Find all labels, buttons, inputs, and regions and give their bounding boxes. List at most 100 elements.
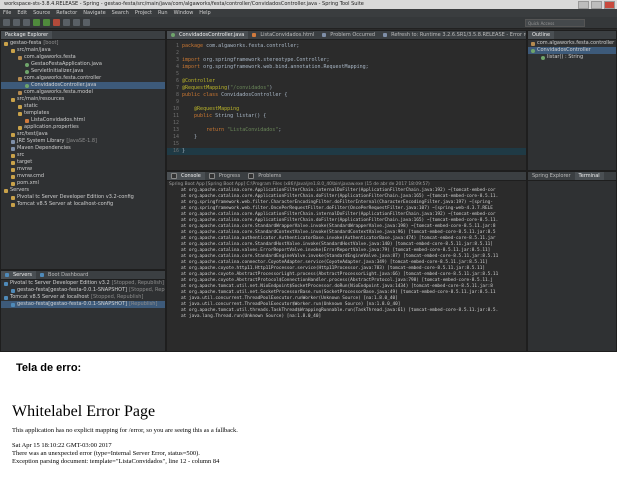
tree-item[interactable]: com.algaworks.festa bbox=[1, 54, 165, 61]
console-output[interactable]: at org.apache.catalina.core.ApplicationF… bbox=[167, 188, 526, 320]
menu-item-search[interactable]: Search bbox=[109, 9, 132, 17]
server-icon bbox=[40, 273, 45, 277]
tree-item-label: mvnw.cmd bbox=[17, 173, 45, 179]
tab-console[interactable]: Console bbox=[167, 172, 205, 180]
tree-item[interactable]: src bbox=[1, 152, 165, 159]
folder-icon bbox=[11, 160, 15, 165]
tree-item[interactable]: application.properties bbox=[1, 124, 165, 131]
tab-editor-file[interactable]: Refresh to: Runtime 3.2.6.SR1/3.5.8.RELE… bbox=[379, 31, 526, 39]
line-number: 6 bbox=[175, 78, 179, 84]
menu-item-refactor[interactable]: Refactor bbox=[53, 9, 80, 17]
outline-item[interactable]: ConvidadosController bbox=[528, 47, 616, 54]
tree-item[interactable]: ServletInitializer.java bbox=[1, 68, 165, 75]
tree-item-label: JRE System Library bbox=[17, 138, 65, 144]
tab-problems[interactable]: Problems bbox=[244, 172, 285, 180]
tree-item[interactable]: gestao-festa [boot] bbox=[1, 40, 165, 47]
code-line: 10 @RequestMapping bbox=[167, 106, 526, 113]
save-icon[interactable] bbox=[13, 19, 20, 26]
tab-outline[interactable]: Outline bbox=[528, 31, 555, 39]
menu-item-window[interactable]: Window bbox=[171, 9, 197, 17]
stop-icon[interactable] bbox=[53, 19, 60, 26]
menu-item-navigate[interactable]: Navigate bbox=[80, 9, 108, 17]
tab-boot-dashboard[interactable]: Boot Dashboard bbox=[36, 271, 92, 279]
menu-item-help[interactable]: Help bbox=[196, 9, 213, 17]
tree-item[interactable]: com.algaworks.festa.controller bbox=[1, 75, 165, 82]
caption: Tela de erro: bbox=[16, 362, 82, 374]
run-icon[interactable] bbox=[33, 19, 40, 26]
tree-item-label: gestao-festa bbox=[10, 40, 42, 46]
tree-item[interactable]: src/main/resources bbox=[1, 96, 165, 103]
menu-item-project[interactable]: Project bbox=[132, 9, 155, 17]
tree-item[interactable]: mvnw.cmd bbox=[1, 173, 165, 180]
tab-progress[interactable]: Progress bbox=[205, 172, 244, 180]
line-number: 10 bbox=[172, 106, 179, 112]
outline-item[interactable]: com.algaworks.festa.controller bbox=[528, 40, 616, 47]
menu-item-edit[interactable]: Edit bbox=[14, 9, 30, 17]
tree-item-label: application.properties bbox=[24, 124, 79, 130]
tree-item[interactable]: src/main/java bbox=[1, 47, 165, 54]
tab-editor-file[interactable]: Problem Occurred bbox=[318, 31, 379, 39]
tree-item-label: com.algaworks.festa.controller bbox=[24, 75, 102, 81]
outline-item[interactable]: listar() : String bbox=[528, 54, 616, 61]
server-item[interactable]: gestao-festa[gestao-festa-0.0.1-SNAPSHOT… bbox=[1, 301, 165, 308]
line-number: 12 bbox=[172, 120, 179, 126]
server-item[interactable]: Pivotal tc Server Developer Edition v3.2… bbox=[1, 280, 165, 287]
tree-item-label: mvnw bbox=[17, 166, 33, 172]
tree-item[interactable]: GestaoFestaApplication.java bbox=[1, 61, 165, 68]
console-panel: Console Progress Problems Spring Boot App … bbox=[166, 171, 527, 352]
menu-item-source[interactable]: Source bbox=[30, 9, 53, 17]
menu-item-file[interactable]: File bbox=[0, 9, 14, 17]
forward-icon[interactable] bbox=[83, 19, 90, 26]
tree-item-suffix: [JavaSE-1.8] bbox=[66, 138, 97, 144]
servers-panel: Servers Boot Dashboard Pivotal tc Server … bbox=[0, 270, 166, 352]
tab-terminal[interactable]: Terminal bbox=[574, 172, 604, 180]
server-item[interactable]: gestao-festa[gestao-festa-0.0.1-SNAPSHOT… bbox=[1, 287, 165, 294]
tab-package-explorer[interactable]: Package Explorer bbox=[1, 31, 53, 39]
code-area[interactable]: 1 package com.algaworks.festa.controller;… bbox=[167, 40, 526, 155]
code-token: } bbox=[182, 134, 198, 140]
server-icon bbox=[4, 295, 8, 300]
tree-item[interactable]: mvnw bbox=[1, 166, 165, 173]
new-icon[interactable] bbox=[3, 19, 10, 26]
menu-item-run[interactable]: Run bbox=[155, 9, 171, 17]
tab-editor-file[interactable]: ConvidadosController.java bbox=[167, 31, 249, 39]
search-icon[interactable] bbox=[63, 19, 70, 26]
code-line: 4 import org.springframework.web.bind.ann… bbox=[167, 64, 526, 71]
code-line: 12 bbox=[167, 120, 526, 127]
quick-access-input[interactable]: Quick Access bbox=[525, 19, 585, 27]
tree-item[interactable]: Pivotal tc Server Developer Edition v3.2… bbox=[1, 194, 165, 201]
menu-bar: File Edit Source Refactor Navigate Search Proj… bbox=[0, 9, 617, 17]
folder-icon bbox=[11, 181, 15, 186]
tree-item[interactable]: Tomcat v8.5 Server at localhost-config bbox=[1, 201, 165, 208]
tree-item[interactable]: JRE System Library [JavaSE-1.8] bbox=[1, 138, 165, 145]
tree-item[interactable]: ListaConvidados.html bbox=[1, 117, 165, 124]
tab-label: Spring Explorer bbox=[532, 173, 571, 179]
close-button[interactable] bbox=[604, 1, 615, 9]
tree-item[interactable]: target bbox=[1, 159, 165, 166]
tree-item-label: src bbox=[17, 152, 25, 158]
tree-item[interactable]: static bbox=[1, 103, 165, 110]
code-token: ; bbox=[278, 127, 282, 133]
tree-item[interactable]: Servers bbox=[1, 187, 165, 194]
tree-item[interactable]: com.algaworks.festa.model bbox=[1, 89, 165, 96]
server-item[interactable]: Tomcat v8.5 Server at localhost [Stopped,… bbox=[1, 294, 165, 301]
tree-item[interactable]: pom.xml bbox=[1, 180, 165, 187]
debug-icon[interactable] bbox=[43, 19, 50, 26]
folder-icon bbox=[11, 202, 15, 207]
minimize-button[interactable] bbox=[578, 1, 589, 9]
print-icon[interactable] bbox=[23, 19, 30, 26]
tab-servers[interactable]: Servers bbox=[1, 271, 37, 279]
line-number: 15 bbox=[172, 141, 179, 147]
code-line: 7 @RequestMapping("/convidados") bbox=[167, 85, 526, 92]
tab-editor-file[interactable]: ListaConvidados.html bbox=[248, 31, 318, 39]
tree-item[interactable]: templates bbox=[1, 110, 165, 117]
tree-item[interactable]: src/test/java bbox=[1, 131, 165, 138]
code-line: 15 bbox=[167, 141, 526, 148]
tree-item[interactable]: ConvidadosController.java bbox=[1, 82, 165, 89]
file-icon bbox=[171, 33, 175, 37]
tree-item[interactable]: Maven Dependencies bbox=[1, 145, 165, 152]
tree-item-label: Maven Dependencies bbox=[17, 145, 71, 151]
back-icon[interactable] bbox=[73, 19, 80, 26]
tab-spring-explorer[interactable]: Spring Explorer bbox=[528, 172, 575, 180]
maximize-button[interactable] bbox=[591, 1, 602, 9]
